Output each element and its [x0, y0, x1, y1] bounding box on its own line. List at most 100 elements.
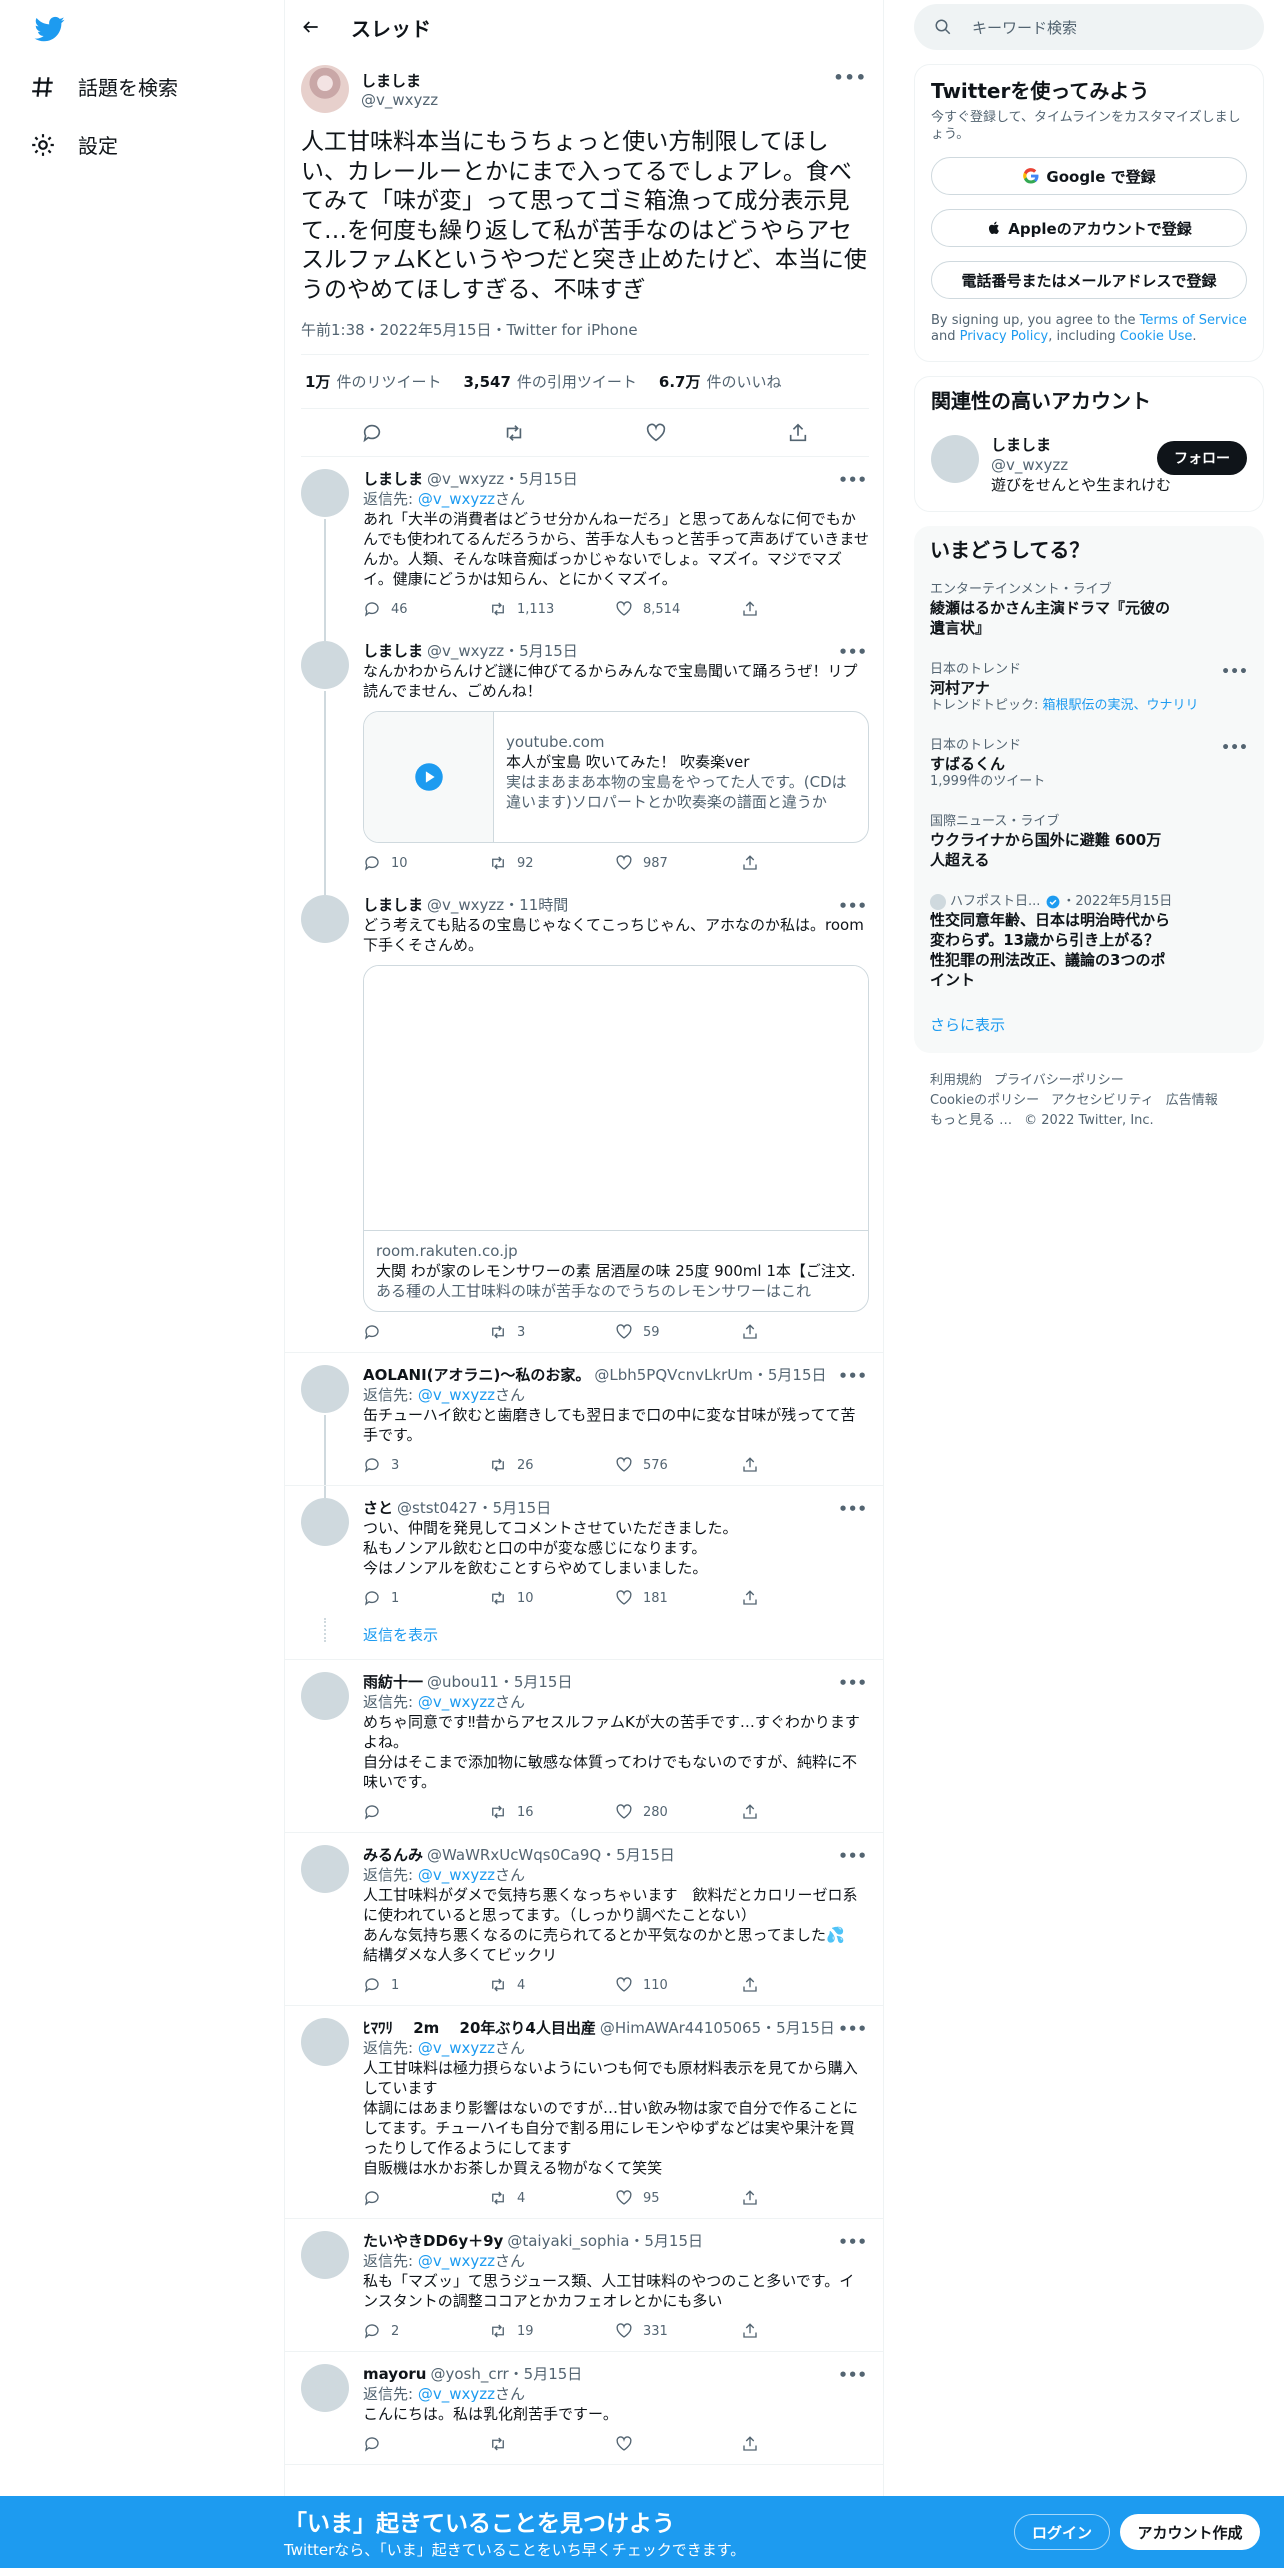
cookie-link[interactable]: Cookie Use	[1120, 329, 1193, 344]
focus-author[interactable]: しましま @v_wxyzz •••	[301, 62, 867, 116]
avatar[interactable]	[301, 1365, 349, 1413]
reply-tweet[interactable]: ••• たいやきDD6y＋9y @taiyaki_sophia・5月15日 返信先: …	[285, 2219, 883, 2352]
retweet-button[interactable]: 19	[489, 2322, 615, 2340]
more-icon[interactable]: •••	[838, 897, 867, 915]
video-thumbnail[interactable]	[364, 712, 494, 842]
card-image[interactable]	[364, 966, 868, 1231]
avatar[interactable]	[301, 641, 349, 689]
retweet-icon[interactable]	[503, 422, 525, 444]
reply-icon[interactable]	[361, 422, 383, 444]
more-icon[interactable]: •••	[838, 1847, 867, 1865]
reply-button[interactable]: 3	[363, 1456, 489, 1474]
footer-accessibility[interactable]: アクセシビリティ	[1051, 1093, 1154, 1108]
like-button[interactable]: 331	[615, 2322, 741, 2340]
phone-signup-button[interactable]: 電話番号またはメールアドレスで登録	[931, 261, 1247, 299]
reply-button[interactable]: 1	[363, 1976, 489, 1994]
footer-privacy[interactable]: プライバシーポリシー	[994, 1073, 1124, 1088]
share-button[interactable]	[741, 854, 867, 872]
like-button[interactable]: 576	[615, 1456, 741, 1474]
like-button[interactable]: 8,514	[615, 600, 741, 618]
reply-author-handle[interactable]: @v_wxyzz	[427, 470, 504, 488]
twitter-logo-icon[interactable]	[30, 14, 70, 44]
share-button[interactable]	[741, 1976, 867, 1994]
reply-tweet[interactable]: ••• さと @stst0427・5月15日 つい、仲間を発見してコメントさせていただ…	[285, 1486, 883, 1618]
reply-author-name[interactable]: しましま	[363, 642, 423, 660]
reply-date[interactable]: ・5月15日	[509, 2365, 583, 2383]
reply-tweet[interactable]: ••• しましま @v_wxyzz・11時間 どう考えても貼るの宝島じゃなくてこっちじ…	[285, 883, 883, 1353]
avatar[interactable]	[301, 895, 349, 943]
reply-author-name[interactable]: 雨紡十一	[363, 1673, 423, 1691]
avatar[interactable]	[931, 435, 979, 483]
share-button[interactable]	[741, 2435, 867, 2453]
trend-item[interactable]: ••• 日本のトレンド すばるくん 1,999件のツイート	[930, 726, 1248, 802]
reply-author-handle[interactable]: @v_wxyzz	[427, 896, 504, 914]
show-more-trends[interactable]: さらに表示	[930, 1002, 1248, 1043]
like-button[interactable]: 110	[615, 1976, 741, 1994]
like-button[interactable]: 181	[615, 1589, 741, 1607]
login-button[interactable]: ログイン	[1014, 2514, 1110, 2550]
like-count[interactable]: 6.7万 件のいいね	[659, 371, 782, 392]
reply-author-name[interactable]: しましま	[363, 470, 423, 488]
reply-date[interactable]: ・5月15日	[499, 1673, 573, 1691]
trend-item[interactable]: ••• 日本のトレンド 河村アナ トレンドトピック: 箱根駅伝の実況、ウナリリ	[930, 650, 1248, 726]
retweet-count[interactable]: 1万 件のリツイート	[305, 371, 441, 392]
share-icon[interactable]	[787, 422, 809, 444]
reply-date[interactable]: ・5月15日	[504, 642, 578, 660]
trend-item[interactable]: エンターテインメント・ライブ 綾瀬はるかさん主演ドラマ『元彼の遺言状』	[930, 570, 1248, 650]
more-icon[interactable]: •••	[838, 1500, 867, 1518]
reply-author-handle[interactable]: @v_wxyzz	[427, 642, 504, 660]
author-name[interactable]: しましま	[361, 70, 438, 91]
mention-link[interactable]: @v_wxyzz	[418, 490, 495, 508]
mention-link[interactable]: @v_wxyzz	[418, 1866, 495, 1884]
reply-date[interactable]: ・11時間	[504, 896, 568, 914]
privacy-link[interactable]: Privacy Policy	[960, 329, 1049, 344]
avatar[interactable]	[301, 2364, 349, 2412]
mention-link[interactable]: @v_wxyzz	[418, 2385, 495, 2403]
reply-date[interactable]: ・5月15日	[753, 1366, 827, 1384]
avatar[interactable]	[301, 2231, 349, 2279]
like-button[interactable]: 59	[615, 1323, 741, 1341]
reply-author-name[interactable]: AOLANI(アオラニ)〜私のお家。	[363, 1366, 590, 1384]
retweet-button[interactable]: 10	[489, 1589, 615, 1607]
more-icon[interactable]: •••	[838, 1674, 867, 1692]
avatar[interactable]	[301, 1498, 349, 1546]
reply-tweet[interactable]: ••• 雨紡十一 @ubou11・5月15日 返信先: @v_wxyzzさん めちゃ同意…	[285, 1660, 883, 1833]
share-button[interactable]	[741, 1323, 867, 1341]
reply-button[interactable]	[363, 1803, 489, 1821]
reply-button[interactable]: 46	[363, 600, 489, 618]
reply-author-name[interactable]: みるんみ	[363, 1846, 423, 1864]
quote-count[interactable]: 3,547 件の引用ツイート	[463, 371, 636, 392]
reply-tweet[interactable]: ••• ﾋﾏﾜﾘ 2m 20年ぶり4人目出産 @HimAWAr44105065・5月…	[285, 2006, 883, 2219]
reply-button[interactable]: 1	[363, 1589, 489, 1607]
like-button[interactable]: 280	[615, 1803, 741, 1821]
nav-explore[interactable]: 話題を検索	[30, 72, 178, 101]
reply-author-name[interactable]: mayoru	[363, 2365, 426, 2383]
retweet-button[interactable]: 4	[489, 1976, 615, 1994]
mention-link[interactable]: @v_wxyzz	[418, 2039, 495, 2057]
more-icon[interactable]: •••	[838, 1367, 867, 1385]
reply-author-handle[interactable]: @WaWRxUcWqs0Ca9Q	[427, 1846, 601, 1864]
trend-item[interactable]: 国際ニュース・ライブ ウクライナから国外に避難 600万人超える	[930, 802, 1248, 882]
mention-link[interactable]: @v_wxyzz	[418, 1386, 495, 1404]
more-icon[interactable]: •••	[838, 643, 867, 661]
avatar[interactable]	[301, 469, 349, 517]
google-signup-button[interactable]: Google で登録	[931, 157, 1247, 195]
related-handle[interactable]: @v_wxyzz	[991, 455, 1171, 475]
trend-topic-link[interactable]: 箱根駅伝の実況、ウナリリ	[1043, 698, 1199, 713]
signup-button[interactable]: アカウント作成	[1120, 2514, 1260, 2550]
share-button[interactable]	[741, 600, 867, 618]
link-card[interactable]: room.rakuten.co.jp 大関 わが家のレモンサワーの素 居酒屋の味 …	[363, 965, 869, 1312]
reply-button[interactable]: 2	[363, 2322, 489, 2340]
more-icon[interactable]: •••	[838, 2233, 867, 2251]
reply-date[interactable]: ・5月15日	[478, 1499, 552, 1517]
like-button[interactable]	[615, 2435, 741, 2453]
reply-tweet[interactable]: ••• しましま @v_wxyzz・5月15日 返信先: @v_wxyzzさん あれ「大…	[285, 457, 883, 629]
share-button[interactable]	[741, 1803, 867, 1821]
avatar[interactable]	[301, 1672, 349, 1720]
related-name[interactable]: しましま	[991, 435, 1171, 455]
share-button[interactable]	[741, 1456, 867, 1474]
reply-tweet[interactable]: ••• しましま @v_wxyzz・5月15日 なんかわからんけど謎に伸びてるからみん…	[285, 629, 883, 883]
avatar[interactable]	[301, 1845, 349, 1893]
like-button[interactable]: 987	[615, 854, 741, 872]
reply-author-name[interactable]: しましま	[363, 896, 423, 914]
